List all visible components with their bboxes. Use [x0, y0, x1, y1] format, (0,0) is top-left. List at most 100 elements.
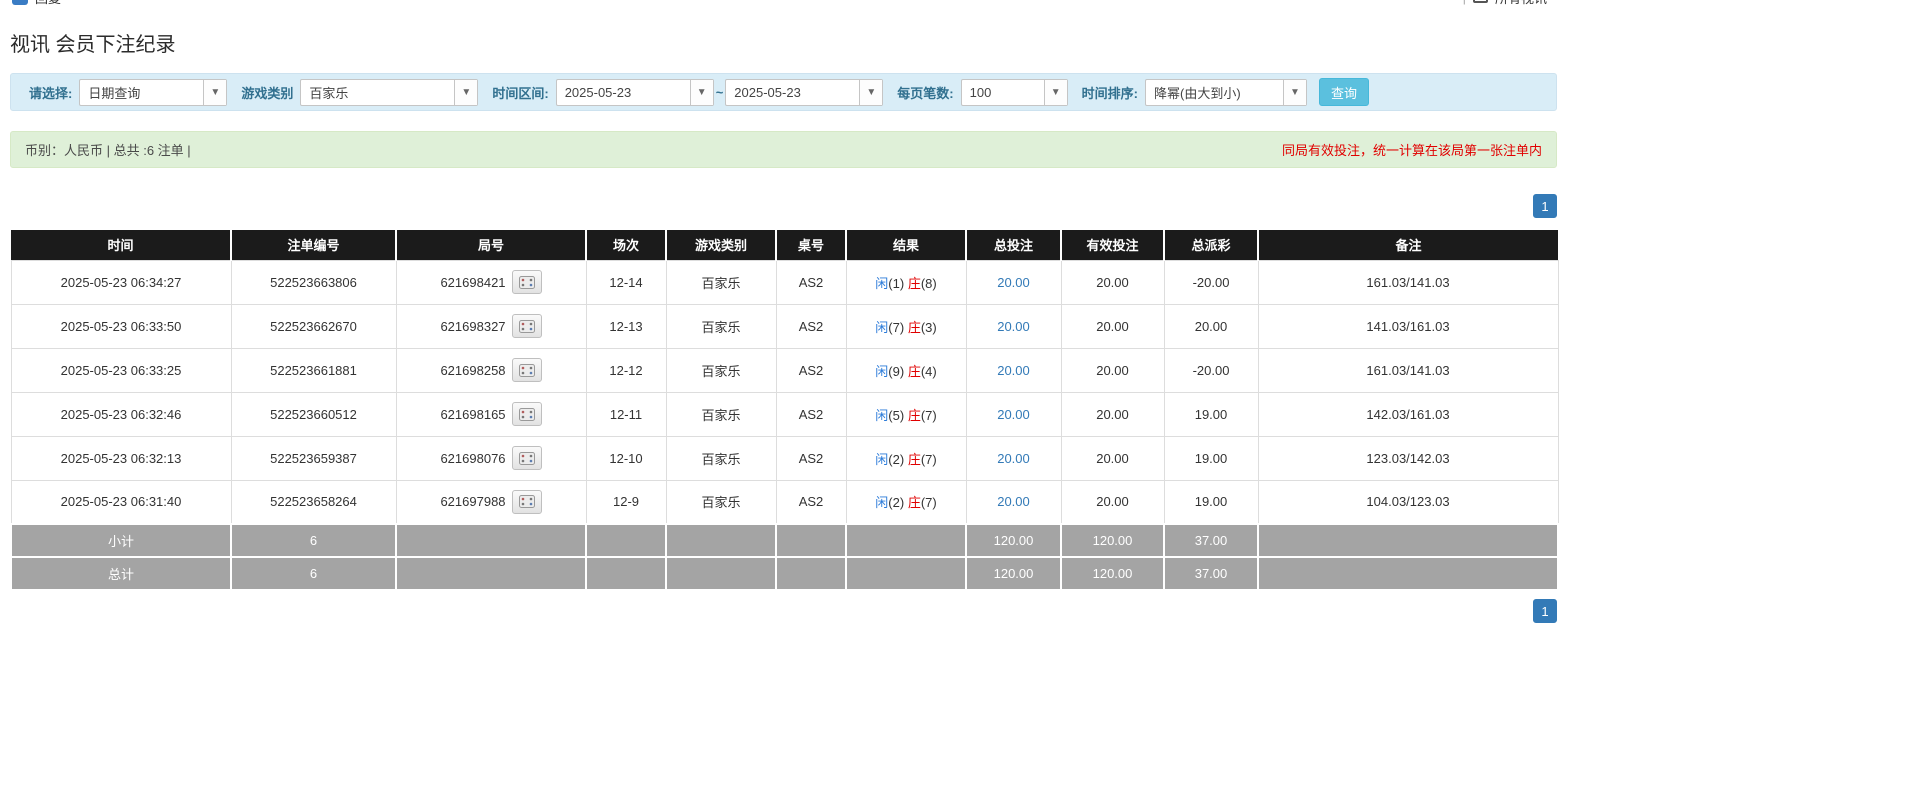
filter-bar: 请选择: 日期查询 ▼ 游戏类别 百家乐 ▼ 时间区间: 2025-05-23 … [10, 73, 1557, 111]
chevron-down-icon: ▼ [203, 80, 226, 105]
monitor-icon [1473, 0, 1488, 3]
bet-id: 522523660512 [231, 392, 396, 436]
banker-score: (7) [921, 495, 937, 510]
player-score: (7) [888, 320, 904, 335]
payout: 19.00 [1164, 392, 1258, 436]
banker-result: 庄 [908, 276, 921, 291]
round-cell: 621698258 [396, 348, 586, 392]
total-bet-link[interactable]: 20.00 [997, 407, 1030, 422]
empty-cell [846, 557, 966, 590]
player-score: (2) [888, 495, 904, 510]
banker-result: 庄 [908, 364, 921, 379]
bet-id: 522523661881 [231, 348, 396, 392]
column-header: 注单编号 [231, 230, 396, 260]
payout: 19.00 [1164, 436, 1258, 480]
round-detail-button[interactable] [512, 402, 542, 426]
note: 141.03/161.03 [1258, 304, 1558, 348]
top-nav-left[interactable]: ✓ 回复 [12, 0, 61, 7]
round-id: 621698421 [440, 275, 505, 290]
note: 161.03/141.03 [1258, 260, 1558, 304]
payout: 19.00 [1164, 480, 1258, 524]
page-size-value: 100 [962, 80, 1044, 105]
total-bet-link[interactable]: 20.00 [997, 451, 1030, 466]
top-nav-bar: ✓ 回复 | 所有视讯 [10, 0, 1547, 12]
date-from-select[interactable]: 2025-05-23 ▼ [556, 79, 714, 106]
vertical-divider: | [1463, 0, 1466, 5]
round-id: 621698165 [440, 407, 505, 422]
query-type-select[interactable]: 日期查询 ▼ [79, 79, 227, 106]
page-title: 视讯 会员下注纪录 [10, 28, 1557, 57]
result-cell: 闲(1) 庄(8) [846, 260, 966, 304]
bet-id: 522523659387 [231, 436, 396, 480]
pagination-bottom: 1 [10, 599, 1557, 623]
total-bet-link[interactable]: 20.00 [997, 275, 1030, 290]
total-bet-link[interactable]: 20.00 [997, 319, 1030, 334]
table-header-row: 时间注单编号局号场次游戏类别桌号结果总投注有效投注总派彩备注 [11, 230, 1558, 260]
empty-cell [586, 557, 666, 590]
round-detail-button[interactable] [512, 270, 542, 294]
total-bet-link[interactable]: 20.00 [997, 363, 1030, 378]
round-cell: 621697988 [396, 480, 586, 524]
currency-summary: 币别：人民币 | 总共 :6 注单 | [25, 140, 191, 159]
player-score: (5) [888, 408, 904, 423]
round-cell: 621698076 [396, 436, 586, 480]
column-header: 场次 [586, 230, 666, 260]
subtotal-count: 6 [231, 524, 396, 557]
banker-score: (7) [921, 408, 937, 423]
result-cell: 闲(7) 庄(3) [846, 304, 966, 348]
column-header: 时间 [11, 230, 231, 260]
bet-id: 522523662670 [231, 304, 396, 348]
bet-time: 2025-05-23 06:32:13 [11, 436, 231, 480]
banker-score: (4) [921, 364, 937, 379]
round-detail-button[interactable] [512, 314, 542, 338]
dice-icon [519, 364, 535, 377]
payout: -20.00 [1164, 348, 1258, 392]
payout: 20.00 [1164, 304, 1258, 348]
total-bet-cell: 20.00 [966, 480, 1061, 524]
search-button[interactable]: 查询 [1319, 78, 1369, 106]
top-nav-right[interactable]: | 所有视讯 [1463, 0, 1547, 7]
sort-select[interactable]: 降幂(由大到小) ▼ [1145, 79, 1307, 106]
round-detail-button[interactable] [512, 490, 542, 514]
result-cell: 闲(2) 庄(7) [846, 480, 966, 524]
valid-bet: 20.00 [1061, 436, 1164, 480]
payout: -20.00 [1164, 260, 1258, 304]
page-button[interactable]: 1 [1533, 194, 1557, 218]
banker-result: 庄 [908, 320, 921, 335]
empty-cell [1258, 557, 1558, 590]
checkbox-icon: ✓ [12, 0, 28, 5]
empty-cell [776, 524, 846, 557]
round-detail-button[interactable] [512, 358, 542, 382]
total-bet-link[interactable]: 20.00 [997, 494, 1030, 509]
sort-label: 时间排序: [1082, 83, 1138, 102]
session-number: 12-12 [586, 348, 666, 392]
query-type-value: 日期查询 [80, 80, 203, 105]
result-cell: 闲(2) 庄(7) [846, 436, 966, 480]
round-detail-button[interactable] [512, 446, 542, 470]
player-result: 闲 [875, 276, 888, 291]
page-button[interactable]: 1 [1533, 599, 1557, 623]
player-result: 闲 [875, 320, 888, 335]
column-header: 桌号 [776, 230, 846, 260]
column-header: 有效投注 [1061, 230, 1164, 260]
bet-time: 2025-05-23 06:32:46 [11, 392, 231, 436]
valid-bet: 20.00 [1061, 348, 1164, 392]
column-header: 总投注 [966, 230, 1061, 260]
column-header: 局号 [396, 230, 586, 260]
banker-score: (3) [921, 320, 937, 335]
pagination-top: 1 [10, 194, 1557, 218]
empty-cell [666, 557, 776, 590]
date-to-select[interactable]: 2025-05-23 ▼ [725, 79, 883, 106]
round-cell: 621698165 [396, 392, 586, 436]
page-size-select[interactable]: 100 ▼ [961, 79, 1068, 106]
bet-time: 2025-05-23 06:31:40 [11, 480, 231, 524]
banker-score: (7) [921, 452, 937, 467]
bet-time: 2025-05-23 06:33:50 [11, 304, 231, 348]
sort-value: 降幂(由大到小) [1146, 80, 1283, 105]
subtotal-total-bet: 120.00 [966, 524, 1061, 557]
game-type-select[interactable]: 百家乐 ▼ [300, 79, 478, 106]
table-row: 2025-05-23 06:32:46 522523660512 6216981… [11, 392, 1558, 436]
subtotal-payout: 37.00 [1164, 524, 1258, 557]
session-number: 12-14 [586, 260, 666, 304]
table-number: AS2 [776, 304, 846, 348]
